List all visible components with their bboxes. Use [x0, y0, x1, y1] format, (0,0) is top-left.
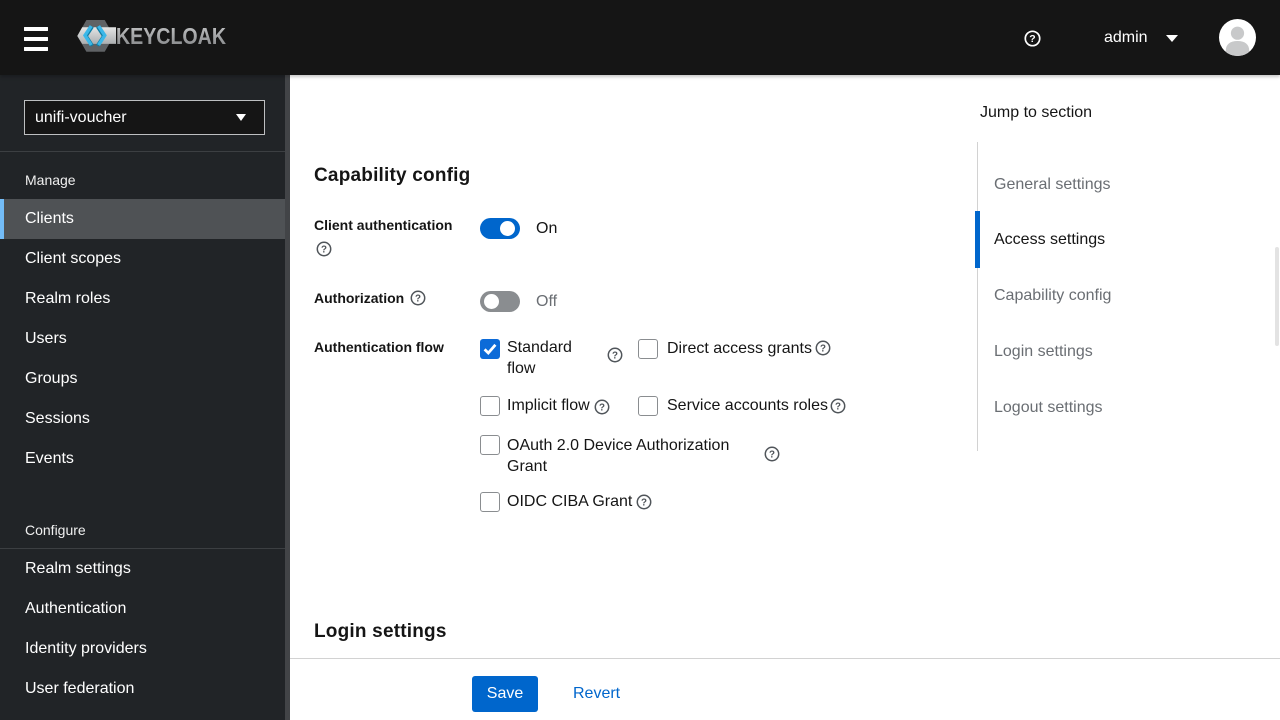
svg-text:?: ?: [641, 497, 647, 508]
svg-text:?: ?: [415, 293, 421, 304]
svg-text:?: ?: [612, 350, 618, 361]
svg-text:?: ?: [599, 402, 605, 413]
svg-text:?: ?: [321, 244, 327, 255]
svg-text:?: ?: [820, 343, 826, 354]
svg-text:KEYCLOAK: KEYCLOAK: [116, 23, 226, 49]
svg-text:?: ?: [1029, 33, 1035, 45]
svg-text:?: ?: [835, 401, 841, 412]
svg-text:?: ?: [769, 449, 775, 460]
